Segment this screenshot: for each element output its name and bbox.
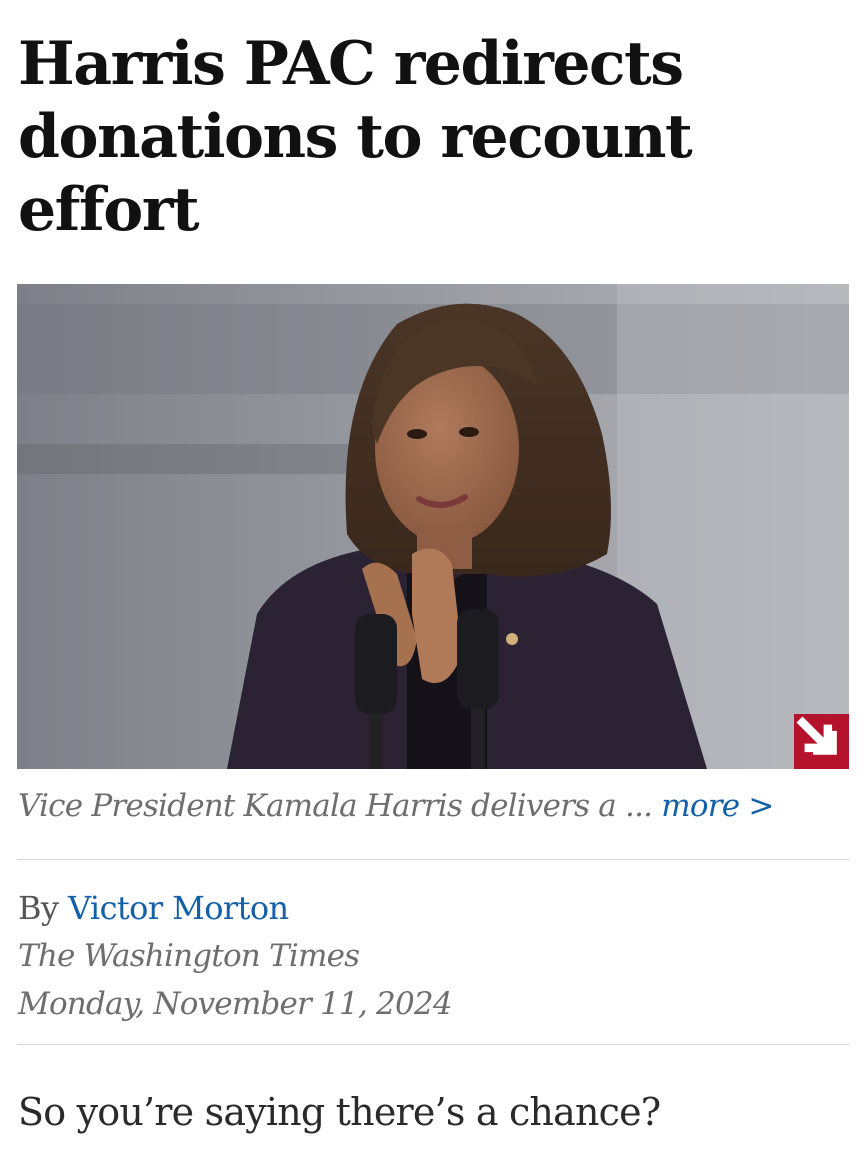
expand-arrow-icon [796,716,837,755]
publish-date: Monday, November 11, 2024 [18,986,453,1022]
publication-name: The Washington Times [18,938,360,974]
divider [17,1044,849,1045]
caption-more-link[interactable]: more > [661,788,774,824]
article-lede: So you’re saying there’s a chance? [18,1090,661,1134]
caption-text: Vice President Kamala Harris delivers a … [18,788,653,824]
author-link[interactable]: Victor Morton [68,889,289,927]
byline-prefix: By [18,889,59,927]
expand-image-button[interactable] [794,714,849,769]
photo-caption: Vice President Kamala Harris delivers a … [18,784,848,828]
article-photo[interactable] [17,284,849,769]
article-headline: Harris PAC redirects donations to recoun… [18,29,693,245]
photo-illustration [17,284,849,769]
divider [17,859,849,860]
byline: By Victor Morton [18,886,289,930]
